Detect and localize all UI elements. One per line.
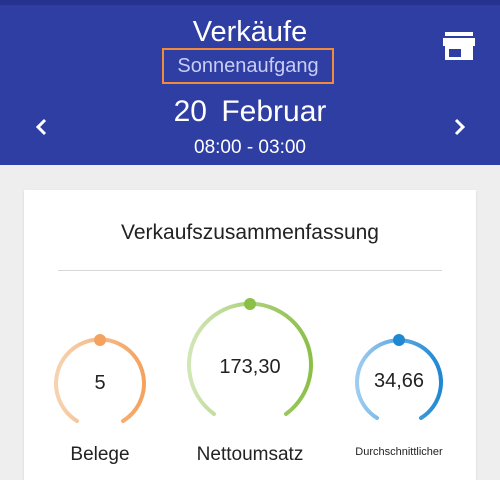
average-gauge[interactable]: 34,66	[351, 334, 447, 430]
receipts-gauge-knob	[94, 334, 106, 346]
app-header: Verkäufe Sonnenaufgang 20 Februar 08:00 …	[0, 0, 500, 165]
receipts-gauge[interactable]: 5	[50, 334, 150, 434]
net-sales-label: Nettoumsatz	[196, 444, 304, 465]
store-button[interactable]	[443, 32, 475, 60]
status-strip	[0, 0, 500, 5]
sales-summary-card: Verkaufszusammenfassung 5 Belege 173,30 …	[24, 190, 476, 480]
time-range: 08:00 - 03:00	[194, 137, 306, 158]
store-name: Sonnenaufgang	[177, 55, 319, 77]
divider	[58, 270, 442, 271]
net-sales-gauge[interactable]: 173,30	[184, 298, 316, 430]
page-title: Verkäufe	[192, 16, 308, 48]
store-selector[interactable]: Sonnenaufgang	[162, 48, 334, 84]
store-icon	[443, 32, 475, 60]
chevron-right-icon	[454, 118, 466, 136]
average-gauge-knob	[393, 334, 405, 346]
receipts-label: Belege	[70, 444, 130, 465]
card-title: Verkaufszusammenfassung	[121, 221, 379, 244]
receipts-value: 5	[94, 372, 106, 394]
net-sales-value: 173,30	[219, 356, 281, 378]
net-sales-gauge-knob	[244, 298, 256, 310]
average-label: Durchschnittlicher	[355, 446, 443, 458]
average-value: 34,66	[373, 370, 425, 392]
selected-date: 20 Februar	[173, 95, 327, 128]
